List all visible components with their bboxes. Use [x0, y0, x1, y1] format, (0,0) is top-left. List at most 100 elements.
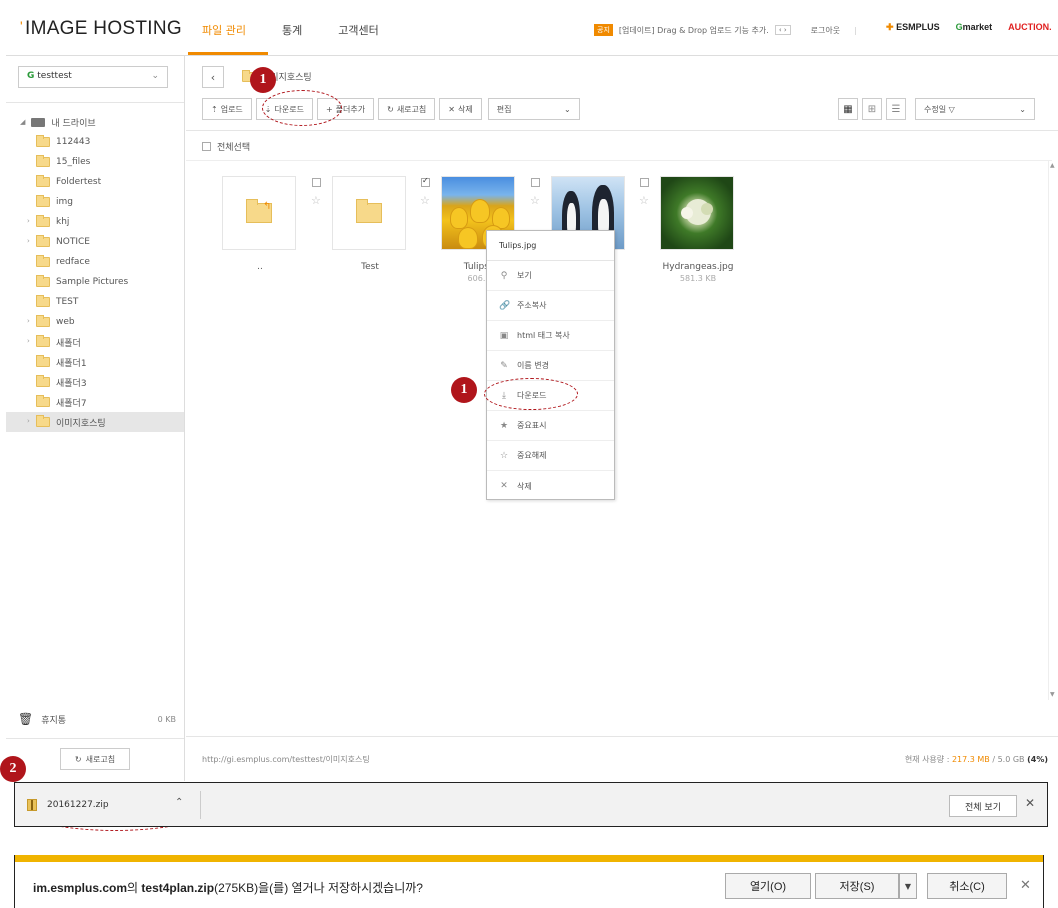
sidebar-folder-new1[interactable]: 새폴더1	[6, 352, 184, 372]
ctx-copy-html-tag[interactable]: ▣ html 태그 복사	[487, 321, 614, 351]
nav-active-indicator	[188, 52, 268, 55]
storage-usage: 현재 사용량 : 217.3 MB / 5.0 GB (4%)	[905, 754, 1048, 765]
gmarket-g: G	[955, 22, 963, 32]
save-button[interactable]: 저장(S)	[815, 873, 899, 899]
grid-item-hydrangeas[interactable]: ☆ Hydrangeas.jpg 581.3 KB	[639, 176, 736, 283]
sidebar-folder-khj[interactable]: › khj	[6, 212, 184, 232]
tree-root-my-drive[interactable]: ◢ 내 드라이브	[6, 112, 184, 132]
sidebar-folder-redface[interactable]: redface	[6, 252, 184, 272]
refresh-icon: ↻	[74, 754, 82, 764]
trash-label: 휴지통	[41, 715, 67, 726]
item-checkbox[interactable]	[531, 178, 540, 187]
ctx-copy-address[interactable]: 🔗 주소복사	[487, 291, 614, 321]
refresh-button[interactable]: ↻ 새로고침	[378, 98, 436, 120]
back-button[interactable]: ‹	[202, 66, 224, 88]
folder-label: 새폴더	[56, 338, 81, 349]
sidebar-folder-112443[interactable]: 112443	[6, 132, 184, 152]
grid-large-icon: ▦	[843, 103, 853, 115]
item-checkbox[interactable]	[640, 178, 649, 187]
sidebar-folder-new7[interactable]: 새폴더7	[6, 392, 184, 412]
small-grid-view-button[interactable]: ⊞	[862, 98, 882, 120]
esmplus-link[interactable]: ✚ ESMPLUS	[886, 22, 940, 33]
folder-icon	[36, 135, 50, 147]
ctx-unmark-important[interactable]: ☆ 중요해제	[487, 441, 614, 471]
chevron-down-icon: ⌄	[1019, 104, 1026, 114]
folder-url[interactable]: http://gi.esmplus.com/testtest/이미지호스팅	[202, 754, 370, 765]
sidebar-folder-notice[interactable]: › NOTICE	[6, 232, 184, 252]
expand-arrow-icon[interactable]: ›	[27, 337, 30, 345]
folder-label: 15_files	[56, 157, 91, 167]
select-all-checkbox[interactable]	[202, 142, 211, 151]
sidebar-folder-15-files[interactable]: 15_files	[6, 152, 184, 172]
sidebar-folder-sample-pictures[interactable]: Sample Pictures	[6, 272, 184, 292]
ctx-delete[interactable]: ✕ 삭제	[487, 471, 614, 501]
show-all-downloads-button[interactable]: 전체 보기	[949, 795, 1017, 817]
scroll-down-icon[interactable]: ▼	[1050, 691, 1055, 698]
expand-arrow-icon[interactable]: ›	[27, 317, 30, 325]
delete-button[interactable]: ✕ 삭제	[439, 98, 482, 120]
sidebar-folder-img[interactable]: img	[6, 192, 184, 212]
trash-item[interactable]: 🗑 휴지통 0 KB	[18, 712, 176, 726]
close-icon[interactable]: ✕	[1020, 878, 1031, 893]
notice-arrows[interactable]: ‹ ›	[774, 25, 791, 35]
star-outline-icon[interactable]: ☆	[639, 194, 649, 207]
gmarket-link[interactable]: Gmarket	[956, 22, 993, 33]
auction-link[interactable]: AUCTION.	[1008, 22, 1052, 33]
hydrangeas-thumbnail[interactable]	[660, 176, 734, 250]
downloaded-file[interactable]: 20161227.zip	[27, 799, 109, 811]
star-outline-icon[interactable]: ☆	[311, 194, 321, 207]
link-icon: 🔗	[499, 300, 511, 311]
edit-select[interactable]: 편집 ⌄	[487, 98, 580, 120]
pencil-icon: ✎	[500, 360, 508, 371]
item-checkbox-checked[interactable]	[421, 176, 430, 187]
sort-select[interactable]: 수정일 ▽ ⌄	[915, 98, 1035, 120]
sidebar-refresh-button[interactable]: ↻ 새로고침	[60, 748, 130, 770]
usage-used: 217.3 MB	[951, 755, 990, 764]
chevron-up-icon[interactable]: ⌃	[175, 797, 183, 808]
close-icon[interactable]: ✕	[1025, 796, 1035, 810]
cancel-button[interactable]: 취소(C)	[927, 873, 1007, 899]
grid-item-test-folder[interactable]: ☆ Test	[311, 176, 408, 272]
expand-arrow-icon[interactable]: ›	[27, 417, 30, 425]
notice-text[interactable]: [업데이트] Drag & Drop 업로드 기능 추가.	[619, 25, 769, 36]
folder-icon	[36, 375, 50, 387]
star-outline-icon[interactable]: ☆	[530, 194, 540, 207]
parent-folder-thumb[interactable]: ↰	[222, 176, 296, 250]
list-view-button[interactable]: ☰	[886, 98, 906, 120]
sidebar-folder-web[interactable]: › web	[6, 312, 184, 332]
star-outline-icon[interactable]: ☆	[420, 194, 430, 207]
app-logo[interactable]: ' IMAGE HOSTING	[20, 18, 182, 40]
nav-file-management[interactable]: 파일 관리	[202, 22, 246, 38]
scroll-up-icon[interactable]: ▲	[1050, 162, 1055, 169]
large-grid-view-button[interactable]: ▦	[838, 98, 858, 120]
folder-thumb[interactable]	[332, 176, 406, 250]
select-all[interactable]: 전체선택	[202, 140, 250, 153]
save-options-dropdown[interactable]: ▼	[899, 873, 917, 899]
scrollbar[interactable]: ▲ ▼	[1048, 160, 1056, 700]
sidebar-folder-new3[interactable]: 새폴더3	[6, 372, 184, 392]
ctx-label: 이름 변경	[517, 361, 549, 370]
account-select[interactable]: G testtest ⌄	[18, 66, 168, 88]
nav-customer-center[interactable]: 고객센터	[338, 22, 378, 38]
upload-button[interactable]: ⇡ 업로드	[202, 98, 252, 120]
highlight-oval	[484, 378, 578, 410]
ctx-view[interactable]: ⚲ 보기	[487, 261, 614, 291]
sidebar-folder-foldertest[interactable]: Foldertest	[6, 172, 184, 192]
item-checkbox[interactable]	[312, 178, 321, 187]
list-divider	[186, 160, 1052, 161]
expand-arrow-icon[interactable]: ›	[27, 217, 30, 225]
sidebar-folder-test[interactable]: TEST	[6, 292, 184, 312]
sidebar-folder-new[interactable]: › 새폴더	[6, 332, 184, 352]
collapse-arrow-icon[interactable]: ◢	[20, 118, 25, 126]
toolbar-divider	[186, 130, 1058, 131]
sidebar-folder-image-hosting[interactable]: › 이미지호스팅	[6, 412, 184, 432]
logout-link[interactable]: 로그아웃	[811, 25, 840, 36]
open-button[interactable]: 열기(O)	[725, 873, 811, 899]
folder-icon	[36, 235, 50, 247]
ctx-mark-important[interactable]: ★ 중요표시	[487, 411, 614, 441]
grid-item-parent[interactable]: ↰ ..	[222, 176, 298, 272]
ctx-rename[interactable]: ✎ 이름 변경	[487, 351, 614, 381]
expand-arrow-icon[interactable]: ›	[27, 237, 30, 245]
nav-statistics[interactable]: 통계	[282, 22, 302, 38]
folder-icon	[36, 175, 50, 187]
